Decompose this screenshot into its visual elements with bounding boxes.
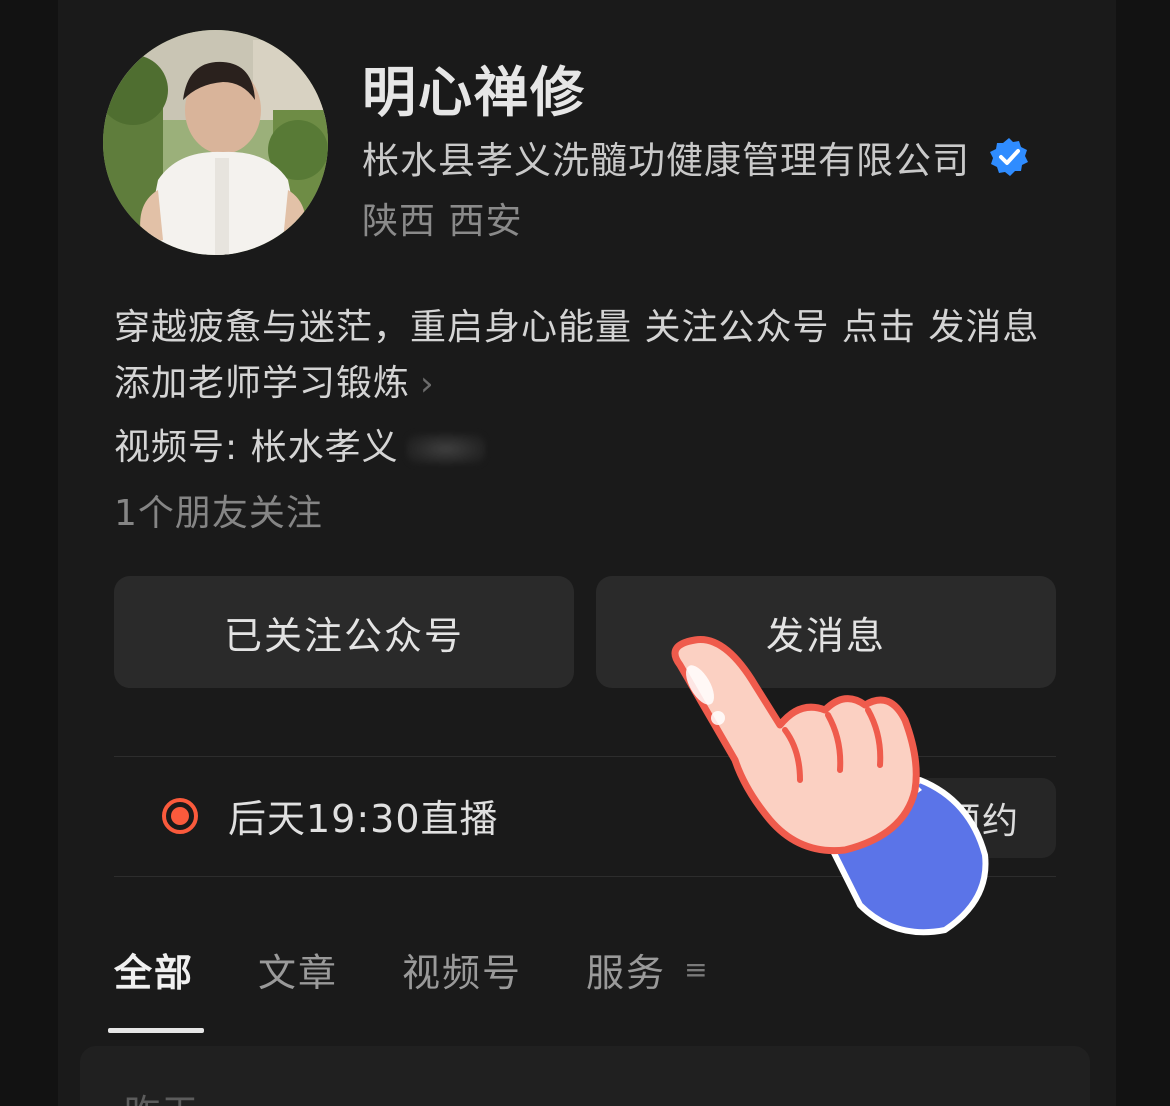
verified-badge-icon [990,138,1028,176]
account-name: 明心禅修 [362,61,586,124]
chevron-right-icon: › [420,364,435,404]
bio[interactable]: 穿越疲惫与迷茫，重启身心能量 关注公众号 点击 发消息 添加老师学习锻炼 › [114,300,1054,412]
company-name: 枨水县孝义洗髓功健康管理有限公司 [362,139,970,182]
location: 陕西 西安 [362,201,523,242]
friends-following[interactable]: 1个朋友关注 [114,484,323,536]
pointing-hand-icon [671,636,989,936]
content-tabs: 全部 文章 视频号 服务 ≡ [107,942,708,1033]
company-row[interactable]: 枨水县孝义洗髓功健康管理有限公司 [362,130,1030,184]
tab-all[interactable]: 全部 [107,942,205,1033]
content-card[interactable] [80,1046,1090,1106]
card-date: 昨天 [124,1084,200,1106]
page: 明心禅修 枨水县孝义洗髓功健康管理有限公司 陕西 西安 穿越疲惫与迷茫，重启身心… [0,0,1170,1106]
avatar-photo [103,30,328,255]
tab-services[interactable]: 服务 [586,942,666,997]
live-record-icon [162,797,198,834]
tab-articles[interactable]: 文章 [258,942,338,997]
live-notice[interactable]: 后天19:30直播 [160,788,499,843]
followed-button[interactable]: 已关注公众号 [114,576,574,688]
channel-link[interactable]: 视频号: 枨水孝义 [114,418,485,470]
tab-channels[interactable]: 视频号 [402,942,522,997]
live-time-text: 后天19:30直播 [228,797,499,841]
blurred-text [406,434,485,464]
menu-icon[interactable]: ≡ [684,953,707,986]
bio-text: 穿越疲惫与迷茫，重启身心能量 关注公众号 点击 发消息 添加老师学习锻炼 [114,307,1040,404]
channel-text: 视频号: 枨水孝义 [114,427,399,468]
avatar[interactable] [103,30,328,255]
